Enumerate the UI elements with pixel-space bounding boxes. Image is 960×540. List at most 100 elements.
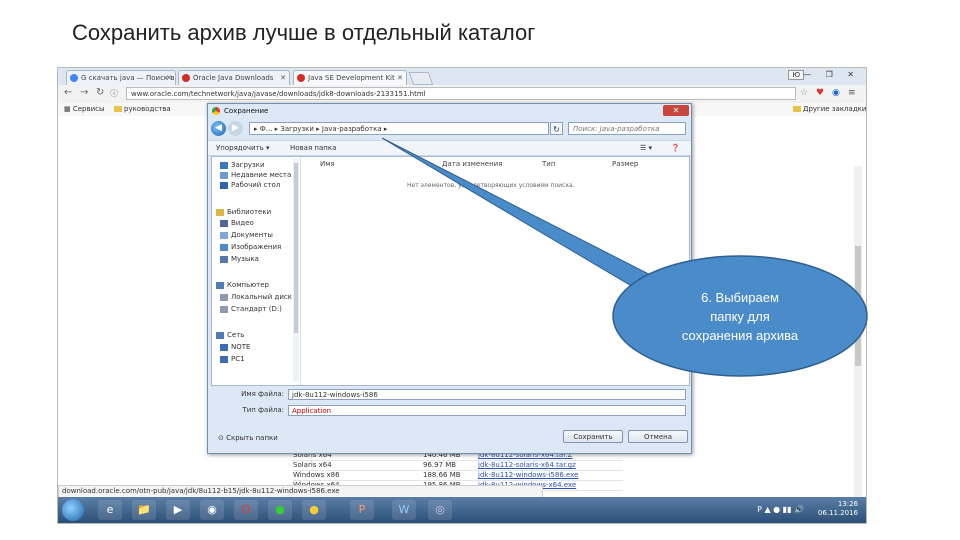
nav-item-pc1[interactable]: PC1	[220, 355, 245, 363]
tray-icons[interactable]: Р ▲ ● ▮▮ 🔊	[757, 505, 804, 514]
url-input[interactable]: www.oracle.com/technetwork/java/javase/d…	[126, 87, 796, 100]
libraries-icon	[216, 208, 224, 216]
forward-arrow-icon[interactable]: →	[80, 87, 88, 98]
menu-icon[interactable]: ≡	[848, 88, 856, 98]
tab-label: Java SE Development Kit	[308, 74, 395, 82]
taskbar-ie-icon[interactable]: e	[98, 500, 122, 520]
nav-label: Загрузки	[231, 161, 265, 169]
nav-label: Компьютер	[227, 281, 269, 289]
nav-item-music[interactable]: Музыка	[220, 255, 259, 263]
column-name[interactable]: Имя	[320, 160, 335, 168]
callout-line: сохранения архива	[681, 328, 799, 343]
bookmark-folder[interactable]: руководства	[114, 103, 171, 116]
nav-label: Изображения	[231, 243, 282, 251]
close-tab-icon[interactable]: ✕	[280, 71, 286, 85]
taskbar-opera-icon[interactable]: O	[234, 500, 258, 520]
other-bookmarks[interactable]: Другие закладки	[793, 103, 866, 116]
shield-extension-icon[interactable]: ♥	[816, 88, 824, 98]
start-button[interactable]	[62, 499, 84, 521]
user-profile-button[interactable]: Ю	[788, 70, 804, 80]
disk-icon	[220, 293, 228, 301]
close-tab-icon[interactable]: ✕	[166, 71, 172, 85]
nav-item-network[interactable]: Сеть	[216, 331, 244, 339]
extension-icon[interactable]: ◉	[832, 88, 840, 98]
view-options-icon[interactable]: ☰ ▾	[640, 141, 652, 155]
nav-label: Стандарт (D:)	[231, 305, 282, 313]
star-icon[interactable]: ☆	[800, 88, 808, 98]
column-size[interactable]: Размер	[612, 160, 638, 168]
bookmark-label: Сервисы	[72, 105, 105, 113]
filename-input[interactable]: jdk-8u112-windows-i586	[288, 389, 686, 400]
nav-item-libraries[interactable]: Библиотеки	[216, 208, 271, 216]
column-type[interactable]: Тип	[542, 160, 555, 168]
refresh-icon[interactable]: ↻	[550, 122, 563, 135]
back-arrow-icon[interactable]: ←	[64, 87, 72, 98]
nav-item-video[interactable]: Видео	[220, 219, 254, 227]
column-date[interactable]: Дата изменения	[442, 160, 502, 168]
tab-label: Oracle Java Downloads	[193, 74, 274, 82]
platform-cell: Solaris x64	[293, 461, 332, 469]
nav-item-pictures[interactable]: Изображения	[220, 243, 281, 251]
search-input[interactable]: Поиск: Java-разработка	[568, 122, 686, 135]
nav-item-desktop[interactable]: Рабочий стол	[220, 181, 280, 189]
page-scrollbar[interactable]	[854, 166, 862, 523]
dialog-titlebar: Сохранение ✕	[208, 104, 691, 118]
language-indicator[interactable]: Р	[757, 505, 762, 514]
browser-tab-oracle-downloads[interactable]: Oracle Java Downloads ✕	[178, 70, 290, 85]
taskbar-media-icon[interactable]: ▶	[166, 500, 190, 520]
taskbar-powerpoint-icon[interactable]: P	[350, 500, 374, 520]
filetype-select[interactable]: Application	[288, 405, 686, 416]
save-button[interactable]: Сохранить	[563, 430, 623, 443]
nav-item-downloads[interactable]: Загрузки	[220, 161, 265, 169]
nav-item-local-disk[interactable]: Локальный диск	[220, 293, 292, 301]
nav-item-recent[interactable]: Недавние места	[220, 171, 291, 179]
browser-tab-java-se[interactable]: Java SE Development Kit ✕	[293, 70, 407, 85]
save-dialog: Сохранение ✕ ◀ ▶ ▸ Ф... ▸ Загрузки ▸ Jav…	[207, 103, 692, 454]
computer-icon	[216, 281, 224, 289]
download-link[interactable]: jdk-8u112-windows-i586.exe	[478, 471, 578, 479]
nav-scrollbar[interactable]	[293, 159, 299, 381]
scroll-thumb[interactable]	[294, 163, 298, 333]
path-breadcrumb[interactable]: ▸ Ф... ▸ Загрузки ▸ Java-разработка ▸	[249, 122, 549, 135]
nav-item-drive-d[interactable]: Стандарт (D:)	[220, 305, 282, 313]
navigation-pane: Загрузки Недавние места Рабочий стол Биб…	[212, 157, 301, 385]
taskbar-chrome-icon[interactable]: ●	[268, 500, 292, 520]
nav-label: Сеть	[227, 331, 245, 339]
taskbar-explorer-icon[interactable]: 📁	[132, 500, 156, 520]
apps-icon[interactable]: ▦ Сервисы	[64, 103, 105, 116]
nav-label: Недавние места	[231, 171, 292, 179]
hide-folders-toggle[interactable]: ⊙ Скрыть папки	[218, 434, 278, 442]
scroll-thumb[interactable]	[855, 246, 861, 366]
taskbar-word-icon[interactable]: W	[392, 500, 416, 520]
close-icon[interactable]: ✕	[663, 105, 689, 116]
download-link[interactable]: jdk-8u112-solaris-x64.tar.gz	[478, 461, 576, 469]
taskbar-chrome-icon[interactable]: ●	[302, 500, 326, 520]
clock[interactable]: 13:26 06.11.2016	[818, 500, 858, 518]
nav-item-documents[interactable]: Документы	[220, 231, 273, 239]
help-icon[interactable]: ❓	[671, 141, 680, 155]
nav-item-computer[interactable]: Компьютер	[216, 281, 269, 289]
dialog-title: Сохранение	[224, 107, 269, 115]
oracle-icon	[182, 74, 190, 82]
taskbar-app-icon[interactable]: ◉	[200, 500, 224, 520]
size-cell: 96.97 MB	[423, 461, 457, 469]
reload-icon[interactable]: ↻	[96, 87, 104, 98]
new-folder-button[interactable]: Новая папка	[290, 141, 336, 155]
taskbar: e 📁 ▶ ◉ O ● ● P W ◎ Р ▲ ● ▮▮ 🔊 13:26 06.…	[58, 497, 866, 523]
nav-label: Библиотеки	[227, 208, 272, 216]
nav-item-note[interactable]: NOTE	[220, 343, 250, 351]
secure-icon: ⓘ	[110, 89, 118, 98]
slide-title: Сохранить архив лучше в отдельный катало…	[72, 20, 536, 45]
new-tab-button[interactable]	[408, 72, 434, 85]
forward-arrow-icon[interactable]: ▶	[228, 121, 243, 136]
pc-icon	[220, 343, 228, 351]
browser-tab-search[interactable]: G скачать java — Поиск в ✕	[66, 70, 176, 85]
folder-icon	[114, 106, 122, 112]
clock-date: 06.11.2016	[817, 509, 858, 517]
close-tab-icon[interactable]: ✕	[397, 71, 403, 85]
window-controls[interactable]: — ❐ ✕	[803, 70, 860, 79]
organize-button[interactable]: Упорядочить ▾	[216, 141, 270, 155]
taskbar-eclipse-icon[interactable]: ◎	[428, 500, 452, 520]
back-arrow-icon[interactable]: ◀	[211, 121, 226, 136]
cancel-button[interactable]: Отмена	[628, 430, 688, 443]
